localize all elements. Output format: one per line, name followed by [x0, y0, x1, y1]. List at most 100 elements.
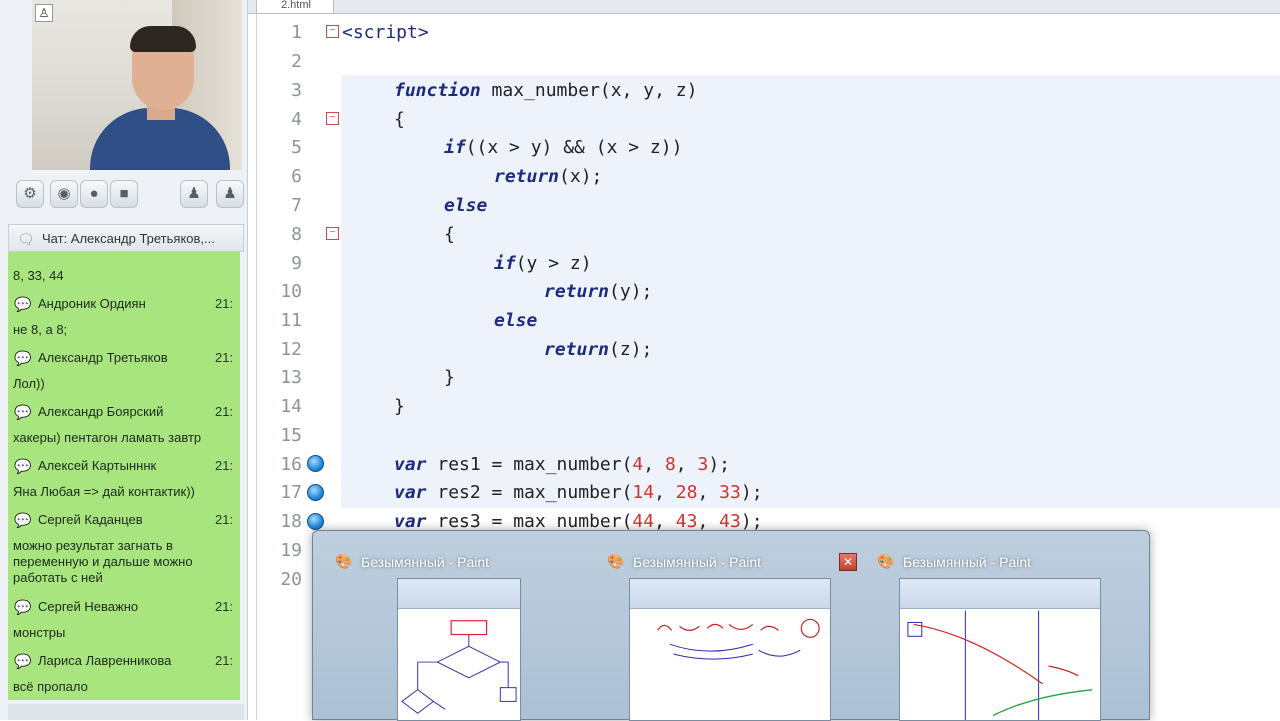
- line-number: 19: [280, 540, 302, 561]
- fold-toggle-icon[interactable]: −: [326, 112, 339, 125]
- paint-palette-icon: 🎨: [335, 553, 353, 569]
- chat-author: Лариса Лавренникова: [38, 653, 172, 668]
- code-line: if((x > y) && (x > z)): [444, 137, 682, 158]
- paint-window-preview[interactable]: 🎨 Безымянный - Paint: [855, 531, 1125, 721]
- chat-message-text: монстры: [13, 625, 66, 640]
- code-number: 28: [675, 482, 698, 503]
- line-number: 17: [280, 482, 302, 503]
- code-keyword: else: [444, 195, 488, 216]
- code-text: ,: [675, 454, 698, 475]
- paint-window-preview[interactable]: 🎨 Безымянный - Paint ✕: [585, 531, 857, 721]
- code-number: 3: [697, 454, 709, 475]
- user-icon[interactable]: ♙: [35, 4, 53, 22]
- code-keyword: return: [544, 339, 610, 360]
- paint-palette-icon: 🎨: [877, 553, 895, 569]
- chat-author: Александр Боярский: [38, 404, 164, 419]
- chat-header[interactable]: 🗨 Чат: Александр Третьяков,...: [8, 224, 244, 252]
- chat-message-header: 💬 Сергей Каданцев 21:: [8, 509, 240, 531]
- participants-extra-icon[interactable]: ♟: [216, 180, 244, 208]
- speech-bubble-icon: 💬: [14, 653, 32, 669]
- code-number: 4: [632, 454, 644, 475]
- chat-title: Чат: Александр Третьяков,...: [42, 231, 215, 246]
- code-line: return(y);: [544, 281, 652, 302]
- code-text: res2 = max_number(: [426, 482, 633, 503]
- line-number: 16: [280, 454, 302, 475]
- speech-bubble-icon: 💬: [14, 458, 32, 474]
- video-controls: ⚙ ◉ ● ■ ♟ ♟: [8, 176, 244, 216]
- paint-canvas-flowchart: [398, 610, 520, 720]
- paint-window-preview[interactable]: 🎨 Безымянный - Paint: [313, 531, 583, 721]
- paint-canvas-diagram: [900, 610, 1100, 720]
- code-number: 43: [719, 511, 741, 532]
- microphone-icon[interactable]: ●: [80, 180, 108, 208]
- window-title: Безымянный - Paint: [361, 554, 490, 570]
- paint-thumbnail[interactable]: [899, 578, 1101, 721]
- code-line: {: [444, 224, 455, 245]
- code-keyword: if: [494, 253, 516, 274]
- paint-ribbon: [900, 579, 1100, 609]
- taskbar-thumbnail-preview: 🎨 Безымянный - Paint 🎨 Безымянный - Pain…: [312, 530, 1150, 721]
- chat-time: 21:: [215, 404, 234, 419]
- breakpoint-icon[interactable]: [307, 513, 324, 530]
- line-number: 7: [291, 195, 302, 216]
- line-number: 20: [280, 569, 302, 590]
- speech-bubble-icon: 💬: [14, 599, 32, 615]
- paint-ribbon: [630, 579, 830, 609]
- chat-time: 21:: [215, 599, 234, 614]
- webcam-icon[interactable]: ◉: [50, 180, 78, 208]
- chat-message-header: 💬 Лариса Лавренникова 21:: [8, 650, 240, 672]
- code-tag: <script>: [342, 22, 429, 43]
- line-number: 1: [291, 22, 302, 43]
- speech-bubble-icon: 💬: [14, 512, 32, 528]
- chat-message-list[interactable]: 8, 33, 44 💬 Андроник Ордиян 21: не 8, а …: [8, 252, 240, 700]
- video-person-hair: [130, 26, 196, 52]
- code-number: 33: [719, 482, 741, 503]
- code-text: ((x > y) && (x > z)): [465, 137, 683, 158]
- fold-toggle-icon[interactable]: −: [326, 25, 339, 38]
- chat-message-header: 💬 Сергей Неважно 21:: [8, 596, 240, 618]
- chat-author: Алексей Картынннк: [38, 458, 157, 473]
- line-number: 5: [291, 137, 302, 158]
- code-keyword: var: [394, 454, 427, 475]
- chat-footer-toolbar[interactable]: [8, 704, 244, 720]
- paint-thumbnail[interactable]: [629, 578, 831, 721]
- stop-icon[interactable]: ■: [110, 180, 138, 208]
- paint-palette-icon: 🎨: [607, 553, 625, 569]
- line-number: 4: [291, 109, 302, 130]
- code-line: if(y > z): [494, 253, 592, 274]
- webcam-video: [32, 0, 242, 170]
- line-number: 6: [291, 166, 302, 187]
- chat-time: 21:: [215, 458, 234, 473]
- code-number: 43: [675, 511, 698, 532]
- code-line: var res2 = max_number(14, 28, 33);: [394, 482, 763, 503]
- code-line: else: [444, 195, 487, 216]
- line-number: 14: [280, 396, 302, 417]
- code-keyword: var: [394, 511, 427, 532]
- chat-time: 21:: [215, 296, 234, 311]
- code-keyword: return: [544, 281, 610, 302]
- editor-tab[interactable]: 2.html: [256, 0, 334, 14]
- code-text: (z);: [609, 339, 653, 360]
- breakpoint-icon[interactable]: [307, 484, 324, 501]
- paint-thumbnail[interactable]: [397, 578, 521, 721]
- paint-canvas-sketch: [630, 610, 830, 720]
- code-text: max_number(x, y, z): [480, 80, 698, 101]
- code-number: 14: [632, 482, 655, 503]
- line-number: 15: [280, 425, 302, 446]
- code-number: 8: [664, 454, 676, 475]
- code-text: ,: [654, 511, 676, 532]
- breakpoint-icon[interactable]: [307, 455, 324, 472]
- line-number: 8: [291, 224, 302, 245]
- code-text: ,: [697, 511, 720, 532]
- participants-icon[interactable]: ♟: [180, 180, 208, 208]
- chat-message-header: 💬 Алексей Картынннк 21:: [8, 455, 240, 477]
- code-text: (y > z): [515, 253, 592, 274]
- fold-toggle-icon[interactable]: −: [326, 227, 339, 240]
- chat-time: 21:: [215, 512, 234, 527]
- line-number: 2: [291, 51, 302, 72]
- code-line: else: [494, 310, 537, 331]
- code-text: ,: [697, 482, 720, 503]
- code-keyword: else: [494, 310, 538, 331]
- chat-message-text: всё пропало: [13, 679, 88, 694]
- settings-icon[interactable]: ⚙: [16, 180, 44, 208]
